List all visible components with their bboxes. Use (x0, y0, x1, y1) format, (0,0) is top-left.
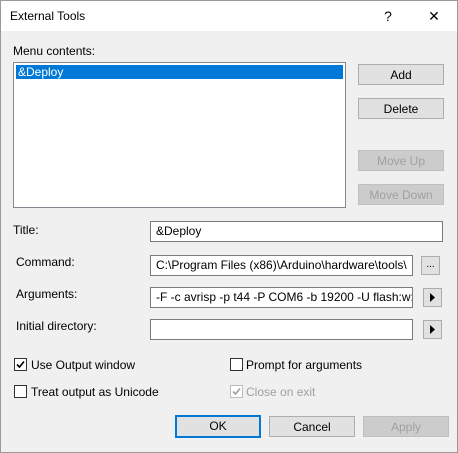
delete-button[interactable]: Delete (358, 98, 444, 119)
arguments-macro-button[interactable] (423, 288, 442, 307)
checkmark-icon (232, 387, 241, 396)
arguments-field[interactable]: -F -c avrisp -p t44 -P COM6 -b 19200 -U … (150, 287, 413, 308)
menu-contents-label: Menu contents: (13, 44, 96, 58)
command-browse-button[interactable]: ... (421, 256, 440, 275)
right-arrow-icon (430, 293, 435, 302)
command-field-label: Command: (16, 255, 75, 269)
command-field[interactable]: C:\Program Files (x86)\Arduino\hardware\… (150, 255, 413, 276)
treat-output-unicode-checkbox[interactable] (14, 385, 27, 398)
apply-button[interactable]: Apply (363, 416, 449, 437)
external-tools-dialog: External Tools ? ✕ Menu contents: &Deplo… (0, 0, 458, 453)
use-output-window-label: Use Output window (31, 358, 136, 372)
use-output-window-checkbox[interactable] (14, 358, 27, 371)
checkmark-icon (16, 360, 25, 369)
arguments-field-label: Arguments: (16, 287, 78, 301)
title-bar: External Tools ? ✕ (1, 1, 457, 31)
move-up-button[interactable]: Move Up (358, 150, 444, 171)
initial-directory-label: Initial directory: (16, 319, 97, 333)
window-title: External Tools (10, 9, 86, 23)
menu-contents-list[interactable]: &Deploy (13, 62, 346, 208)
prompt-for-arguments-label: Prompt for arguments (246, 358, 363, 372)
initial-directory-macro-button[interactable] (423, 320, 442, 339)
list-item[interactable]: &Deploy (16, 65, 343, 79)
close-button[interactable]: ✕ (419, 5, 449, 27)
title-field[interactable]: &Deploy (150, 221, 443, 242)
close-on-exit-label: Close on exit (246, 385, 316, 399)
cancel-button[interactable]: Cancel (269, 416, 355, 437)
move-down-button[interactable]: Move Down (358, 184, 444, 205)
prompt-for-arguments-checkbox[interactable] (230, 358, 243, 371)
help-button[interactable]: ? (373, 5, 403, 27)
treat-output-unicode-label: Treat output as Unicode (31, 385, 159, 399)
ok-button[interactable]: OK (175, 415, 261, 438)
initial-directory-field[interactable] (150, 319, 413, 340)
right-arrow-icon (430, 325, 435, 334)
add-button[interactable]: Add (358, 64, 444, 85)
title-field-label: Title: (13, 223, 39, 237)
close-on-exit-checkbox[interactable] (230, 385, 243, 398)
